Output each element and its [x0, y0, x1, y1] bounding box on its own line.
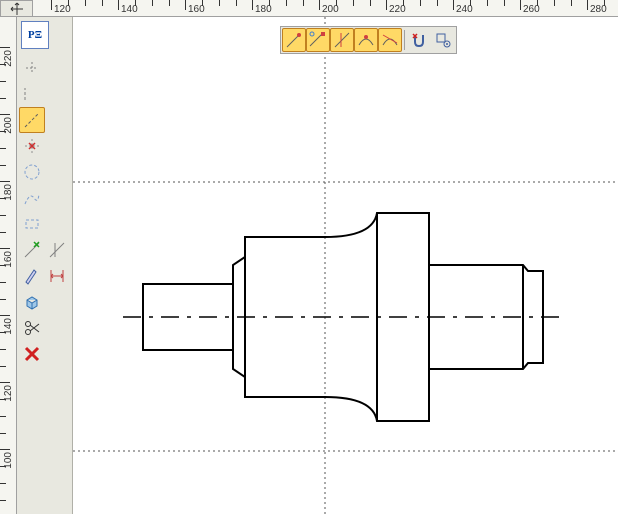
- box3d-tool[interactable]: [19, 289, 45, 315]
- sketch-mode-button[interactable]: PΞ: [21, 21, 49, 49]
- trim-x-tool[interactable]: [19, 237, 45, 263]
- snap-tangent-button[interactable]: [354, 28, 378, 52]
- ruler-origin-button[interactable]: [0, 0, 33, 17]
- sketch-content: [73, 17, 618, 514]
- snap-line-button[interactable]: [330, 28, 354, 52]
- delete-tool[interactable]: [19, 341, 45, 367]
- horizontal-ruler: 120140160180200220240260280: [33, 0, 618, 17]
- segment-tool[interactable]: [19, 107, 45, 133]
- trim-tool[interactable]: [45, 237, 71, 263]
- scissors-tool[interactable]: [19, 315, 45, 341]
- snap-endpoint-button[interactable]: [282, 28, 306, 52]
- snap-toolbar[interactable]: [280, 26, 457, 54]
- rectangle-tool[interactable]: [19, 211, 45, 237]
- dimension-tool[interactable]: [45, 263, 71, 289]
- snap-midpoint-button[interactable]: [306, 28, 330, 52]
- tool-palette: PΞ: [17, 17, 73, 514]
- vertical-ruler: 100120140160180200220: [0, 17, 17, 514]
- point-tool[interactable]: [19, 55, 45, 81]
- circle-tool[interactable]: [19, 159, 45, 185]
- centerline-tool[interactable]: [19, 133, 45, 159]
- drawing-canvas[interactable]: [73, 17, 618, 514]
- snap-intersection-button[interactable]: [378, 28, 402, 52]
- snap-settings-button[interactable]: [431, 28, 455, 52]
- magnet-off-button[interactable]: [407, 28, 431, 52]
- constraint-tool[interactable]: [19, 263, 45, 289]
- segment-h-tool[interactable]: [19, 81, 45, 107]
- spline-tool[interactable]: [19, 185, 45, 211]
